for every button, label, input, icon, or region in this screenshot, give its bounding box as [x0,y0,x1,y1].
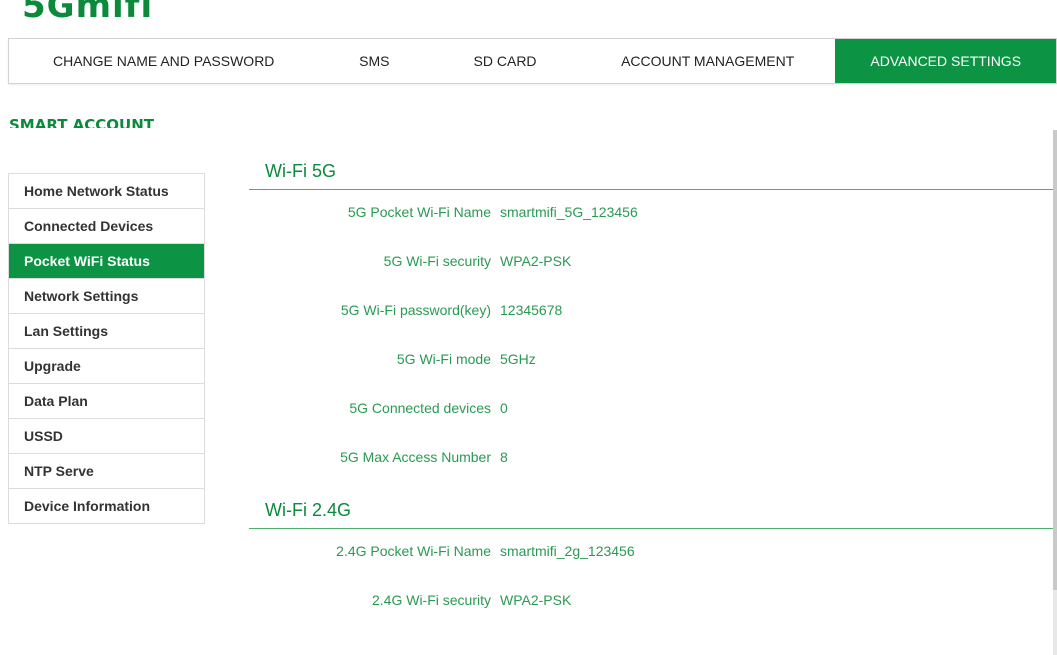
sidebar-item-ntp-serve[interactable]: NTP Serve [9,454,204,489]
info-row: 5G Max Access Number 8 [249,435,1054,484]
wifi-24g-heading: Wi-Fi 2.4G [249,484,1054,529]
info-value: 0 [500,400,508,416]
info-label: 5G Wi-Fi password(key) [340,302,491,318]
tab-change-name-password[interactable]: CHANGE NAME AND PASSWORD [9,39,318,83]
top-navigation: CHANGE NAME AND PASSWORD SMS SD CARD ACC… [8,38,1057,84]
info-value: 5GHz [500,351,536,367]
scrollbar-thumb[interactable] [1053,130,1057,590]
info-row: 5G Wi-Fi security WPA2-PSK [249,239,1054,288]
vertical-scrollbar[interactable] [1053,130,1057,655]
sidebar-item-upgrade[interactable]: Upgrade [9,349,204,384]
brand-logo: 5Gmifi [22,0,154,26]
sidebar-item-connected-devices[interactable]: Connected Devices [9,209,204,244]
sidebar-item-network-settings[interactable]: Network Settings [9,279,204,314]
info-row: 2.4G Pocket Wi-Fi Name smartmifi_2g_1234… [249,529,1054,578]
tab-sms[interactable]: SMS [318,39,430,83]
info-row: 5G Pocket Wi-Fi Name smartmifi_5G_123456 [249,190,1054,239]
info-label: 5G Connected devices [349,400,491,416]
tab-advanced-settings[interactable]: ADVANCED SETTINGS [835,39,1056,83]
sidebar-item-device-information[interactable]: Device Information [9,489,204,524]
info-label: 2.4G Wi-Fi security [371,592,491,608]
wifi-5g-heading: Wi-Fi 5G [249,145,1054,190]
tab-sd-card[interactable]: SD CARD [430,39,580,83]
sidebar-item-pocket-wifi-status[interactable]: Pocket WiFi Status [9,244,204,279]
info-label: 2.4G Pocket Wi-Fi Name [336,543,491,559]
tab-account-management[interactable]: ACCOUNT MANAGEMENT [580,39,836,83]
info-row: 5G Connected devices 0 [249,386,1054,435]
info-label: 5G Pocket Wi-Fi Name [347,204,491,220]
info-label: 5G Wi-Fi mode [396,351,491,367]
section-title: SMART ACCOUNT [9,116,155,128]
info-value: WPA2-PSK [500,253,572,269]
info-value: WPA2-PSK [500,592,572,608]
info-row: 5G Wi-Fi password(key) 12345678 [249,288,1054,337]
wifi-status-panel: Wi-Fi 5G 5G Pocket Wi-Fi Name smartmifi_… [249,145,1054,627]
sidebar-item-lan-settings[interactable]: Lan Settings [9,314,204,349]
info-row: 2.4G Wi-Fi security WPA2-PSK [249,578,1054,627]
sidebar-item-ussd[interactable]: USSD [9,419,204,454]
info-value: smartmifi_2g_123456 [500,543,635,559]
info-value: 8 [500,449,508,465]
info-row: 5G Wi-Fi mode 5GHz [249,337,1054,386]
info-value: smartmifi_5G_123456 [500,204,638,220]
sidebar-item-data-plan[interactable]: Data Plan [9,384,204,419]
info-value: 12345678 [500,302,563,318]
sidebar-menu: Home Network Status Connected Devices Po… [8,173,205,524]
info-label: 5G Wi-Fi security [383,253,491,269]
sidebar-item-home-network-status[interactable]: Home Network Status [9,174,204,209]
info-label: 5G Max Access Number [340,449,491,465]
